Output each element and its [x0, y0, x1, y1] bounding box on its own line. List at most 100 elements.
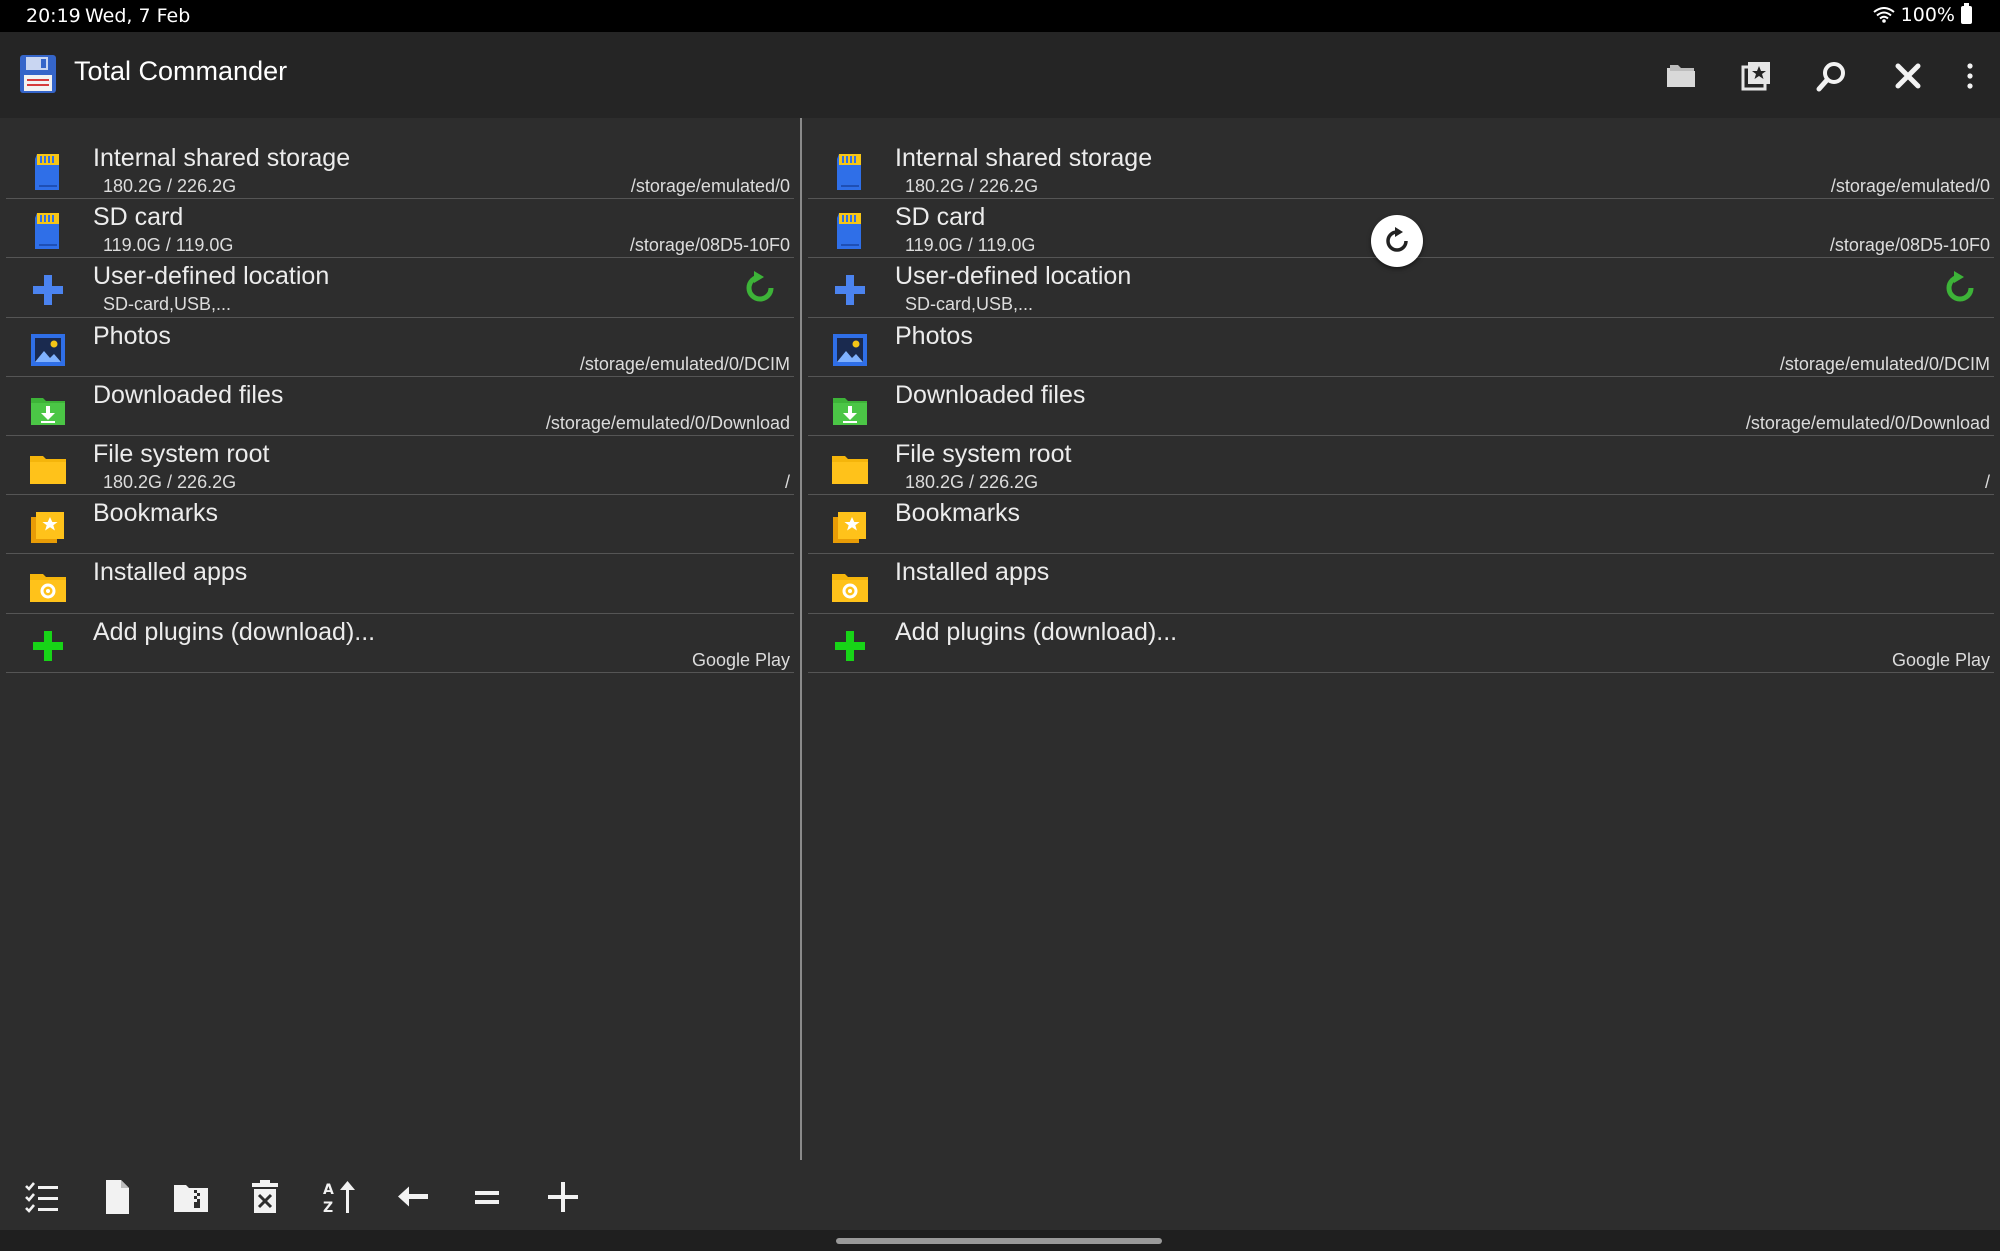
list-item-installed-apps[interactable]: Installed apps: [808, 554, 1994, 614]
folder-icon: [1667, 65, 1695, 87]
list-item-internal-storage[interactable]: Internal shared storage 180.2G / 226.2G …: [808, 140, 1994, 200]
list-item-file-system-root[interactable]: File system root 180.2G / 226.2G /: [6, 436, 794, 496]
list-item-downloaded-files[interactable]: Downloaded files /storage/emulated/0/Dow…: [808, 377, 1994, 436]
item-path: /storage/emulated/0: [1830, 176, 1990, 196]
folder-button[interactable]: [1655, 50, 1707, 102]
item-title: Installed apps: [93, 558, 248, 587]
item-title: User-defined location: [93, 262, 330, 291]
item-title: Downloaded files: [895, 380, 1086, 409]
photo-icon: [28, 330, 68, 370]
item-path: /storage/emulated/0/DCIM: [1779, 353, 1990, 374]
list-item-sd-card[interactable]: SD card 119.0G / 119.0G /storage/08D5-10…: [6, 199, 794, 259]
item-size: 180.2G / 226.2G: [103, 471, 237, 492]
bookmarks-folder-icon: [28, 507, 68, 547]
back-button[interactable]: [386, 1170, 440, 1224]
item-path: /storage/08D5-10F0: [1829, 235, 1990, 256]
floppy-disk-icon[interactable]: [19, 54, 57, 94]
delete-button[interactable]: [238, 1170, 292, 1224]
list-item-file-system-root[interactable]: File system root 180.2G / 226.2G /: [808, 436, 1994, 496]
item-size: 180.2G / 226.2G: [103, 176, 237, 196]
list-item-bookmarks[interactable]: Bookmarks: [808, 495, 1994, 555]
item-title: Installed apps: [895, 558, 1050, 587]
list-item-installed-apps[interactable]: Installed apps: [6, 554, 794, 614]
close-button[interactable]: [1882, 50, 1934, 102]
folder-icon: [28, 448, 68, 488]
download-folder-icon: [830, 389, 870, 429]
list-item-add-plugins[interactable]: Add plugins (download)... Google Play: [6, 614, 794, 673]
svg-text:Z: Z: [323, 1200, 333, 1216]
item-title: SD card: [895, 203, 986, 232]
item-path: /storage/emulated/0: [630, 176, 790, 196]
left-panel: Internal shared storage 180.2G / 226.2G …: [0, 118, 800, 1160]
bookmarks-folder-icon: [830, 507, 870, 547]
item-title: Bookmarks: [895, 499, 1021, 528]
item-title: SD card: [93, 203, 184, 232]
item-title: Add plugins (download)...: [895, 617, 1178, 646]
item-path: /: [1984, 471, 1990, 492]
list-item-add-plugins[interactable]: Add plugins (download)... Google Play: [808, 614, 1994, 673]
item-path: /storage/08D5-10F0: [629, 235, 790, 256]
right-panel: Internal shared storage 180.2G / 226.2G …: [802, 118, 2000, 1160]
battery-percent: 100%: [1900, 4, 1955, 26]
add-button[interactable]: [536, 1170, 590, 1224]
battery-icon: [1961, 3, 1972, 24]
wifi-icon: [1873, 7, 1895, 23]
item-title: Add plugins (download)...: [93, 617, 376, 646]
list-item-user-defined-location[interactable]: User-defined location SD-card,USB,...: [808, 258, 1994, 318]
equal-panels-icon: [475, 1191, 499, 1204]
new-file-icon: [106, 1180, 129, 1214]
sd-card-icon: [28, 152, 68, 192]
overflow-menu-button[interactable]: [1945, 50, 1995, 102]
bookmarks-button[interactable]: [1730, 50, 1782, 102]
zip-folder-icon: [174, 1185, 208, 1212]
app-bar: Total Commander: [0, 32, 2000, 118]
list-item-internal-storage[interactable]: Internal shared storage 180.2G / 226.2G …: [6, 140, 794, 200]
new-file-button[interactable]: [90, 1170, 144, 1224]
delete-icon: [252, 1180, 278, 1213]
list-item-photos[interactable]: Photos /storage/emulated/0/DCIM: [6, 318, 794, 377]
floating-reload-button[interactable]: [1371, 215, 1423, 267]
reload-icon: [1386, 227, 1408, 252]
item-sub: SD-card,USB,...: [103, 294, 232, 315]
sd-card-icon: [28, 211, 68, 251]
sort-button[interactable]: A Z: [312, 1170, 366, 1224]
item-size: 119.0G / 119.0G: [103, 235, 234, 256]
item-sub: SD-card,USB,...: [905, 294, 1034, 315]
overflow-menu-icon: [1967, 63, 1973, 89]
status-bar: 20:19 Wed, 7 Feb 100%: [0, 0, 2000, 32]
bookmark-star-icon: [1741, 62, 1770, 91]
list-item-photos[interactable]: Photos /storage/emulated/0/DCIM: [808, 318, 1994, 377]
plus-icon: [830, 270, 870, 310]
left-location-list: Internal shared storage 180.2G / 226.2G …: [0, 140, 800, 673]
equal-panels-button[interactable]: [460, 1170, 514, 1224]
add-plugin-icon: [28, 626, 68, 666]
item-title: File system root: [895, 439, 1072, 468]
zip-button[interactable]: [164, 1170, 218, 1224]
item-path: /storage/emulated/0/Download: [1745, 412, 1990, 433]
status-date: Wed, 7 Feb: [85, 5, 191, 27]
item-title: File system root: [93, 439, 270, 468]
select-list-icon: [25, 1182, 58, 1213]
refresh-icon[interactable]: [742, 268, 780, 308]
search-button[interactable]: [1806, 50, 1858, 102]
sd-card-icon: [830, 152, 870, 192]
list-item-bookmarks[interactable]: Bookmarks: [6, 495, 794, 555]
plus-icon: [548, 1182, 578, 1212]
refresh-icon[interactable]: [1942, 268, 1980, 308]
status-right: 100%: [1873, 3, 1972, 26]
download-folder-icon: [28, 389, 68, 429]
list-item-downloaded-files[interactable]: Downloaded files /storage/emulated/0/Dow…: [6, 377, 794, 436]
close-icon: [1895, 63, 1921, 89]
select-button[interactable]: [15, 1170, 69, 1224]
item-path: /: [784, 471, 790, 492]
item-title: Photos: [93, 321, 171, 350]
list-item-user-defined-location[interactable]: User-defined location SD-card,USB,...: [6, 258, 794, 318]
app-title: Total Commander: [74, 56, 288, 86]
back-arrow-icon: [398, 1186, 428, 1207]
item-path: /storage/emulated/0/Download: [545, 412, 790, 433]
system-navigation-bar: [0, 1230, 2000, 1251]
home-gesture-handle[interactable]: [836, 1238, 1162, 1244]
folder-icon: [830, 448, 870, 488]
item-title: Bookmarks: [93, 499, 219, 528]
item-path: /storage/emulated/0/DCIM: [579, 353, 790, 374]
